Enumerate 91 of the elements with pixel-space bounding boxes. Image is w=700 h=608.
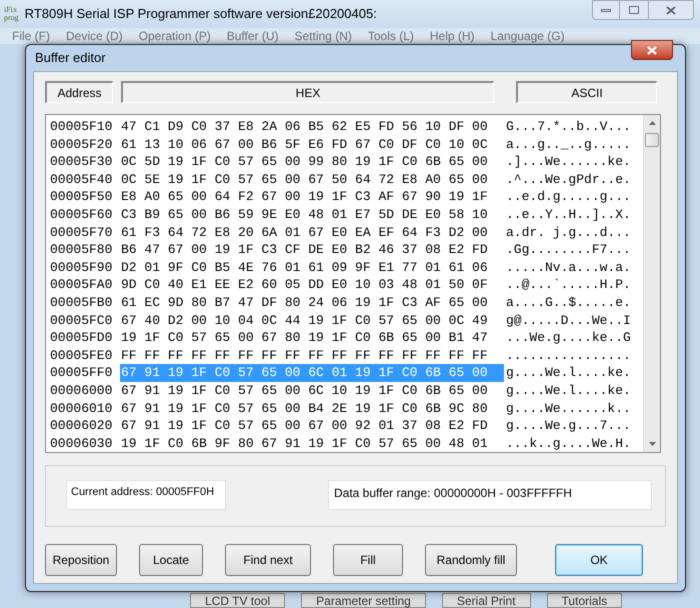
dialog-button[interactable]: Randomly fill [425, 544, 517, 576]
menu-item[interactable]: Buffer (U) [226, 28, 278, 44]
address-cell-text: 00005F90 [50, 258, 114, 276]
ascii-cell: g....We......k.. [506, 400, 631, 418]
close-icon[interactable] [648, 0, 694, 20]
hex-bytes[interactable]: 61 F3 64 72 E8 20 6A 01 67 E0 EA EF 64 F3 D2 00 [120, 224, 504, 242]
tab-button[interactable]: LCD TV tool [190, 593, 286, 608]
maximize-icon[interactable] [620, 0, 648, 20]
column-header: Address [45, 81, 113, 103]
menu-item[interactable]: Help (H) [430, 28, 475, 44]
hex-bytes[interactable]: 67 91 19 1F C0 57 65 00 67 00 92 01 37 08 E2 FD [120, 417, 504, 435]
scroll-thumb[interactable] [645, 133, 659, 147]
hex-bytes[interactable]: 19 1F C0 6B 9F 80 67 91 19 1F C0 57 65 00 48 01 [120, 434, 504, 452]
scrollbar[interactable] [643, 115, 660, 452]
app-logo: iFix prog [4, 6, 19, 22]
address-cell-text: 00005F80 [50, 241, 114, 259]
dialog-title: Buffer editor [35, 49, 106, 68]
menu-item[interactable]: Device (D) [66, 28, 123, 44]
minimize-icon[interactable] [592, 0, 620, 20]
menu-item[interactable]: Language (G) [490, 28, 565, 44]
ascii-cell: a....G..$.....e. [506, 294, 631, 312]
hex-bytes[interactable]: 9D C0 40 E1 EE E2 60 05 DD E0 10 03 48 01 50 0F [120, 276, 504, 294]
hex-bytes[interactable]: C3 B9 65 00 B6 59 9E E0 48 01 E7 5D DE E0 58 10 [120, 206, 504, 224]
ascii-cell: g....We.l....ke. [506, 364, 631, 382]
address-cell-text: 00006000 [50, 382, 114, 400]
ascii-cell: ..e.d.g.....g... [506, 188, 631, 206]
hex-view[interactable] [45, 114, 661, 453]
ascii-cell: a.dr. j.g...d... [506, 224, 631, 242]
address-cell-text: 00005F40 [50, 170, 114, 188]
hex-bytes[interactable]: B6 47 67 00 19 1F C3 CF DE E0 B2 46 37 08 E2 FD [120, 241, 504, 259]
address-cell-text: 00005F20 [50, 136, 114, 154]
ascii-cell: ...We.g....ke..G [506, 329, 631, 347]
current-address-field: Current address: 00005FF0H [66, 480, 226, 510]
address-cell-text: 00005F30 [50, 153, 114, 171]
hex-bytes[interactable]: 67 91 19 1F C0 57 65 00 B4 2E 19 1F C0 6B 9C 80 [120, 400, 504, 418]
tab-button[interactable]: Parameter setting [301, 593, 426, 608]
scroll-down-icon[interactable] [648, 442, 656, 446]
buffer-range-field: Data buffer range: 00000000H - 003FFFFFH [328, 480, 652, 510]
ok-button[interactable]: OK [555, 544, 643, 576]
address-cell-text: 00005F10 [50, 118, 114, 136]
ascii-cell: g@.....D...We..I [506, 312, 631, 330]
address-cell-text: 00006010 [50, 400, 114, 418]
ascii-cell: .....Nv.a...w.a. [506, 258, 631, 276]
address-cell-text: 00005F70 [50, 224, 114, 242]
dialog-button[interactable]: Locate [139, 544, 203, 576]
address-cell-text: 00005F60 [50, 206, 114, 224]
dialog-button[interactable]: Reposition [45, 544, 117, 576]
ascii-cell: ..@...`.....H.P. [506, 276, 631, 294]
close-icon[interactable] [631, 40, 673, 60]
ascii-cell: ................ [506, 346, 631, 364]
address-cell-text: 00005F50 [50, 188, 114, 206]
ascii-cell: .Gg........F7... [506, 241, 631, 259]
hex-bytes[interactable]: 0C 5D 19 1F C0 57 65 00 99 80 19 1F C0 6B 65 00 [120, 153, 504, 171]
address-cell-text: 00006030 [50, 434, 114, 452]
hex-bytes[interactable]: 67 40 D2 00 10 04 0C 44 19 1F C0 57 65 00 0C 49 [120, 312, 504, 330]
address-cell-text: 00005FC0 [50, 312, 114, 330]
dialog-button[interactable]: Fill [333, 544, 403, 576]
window-title: RT809H Serial ISP Programmer software version£20200405: [24, 5, 377, 24]
scroll-up-icon[interactable] [648, 121, 656, 125]
address-cell-text: 00005FD0 [50, 329, 114, 347]
hex-bytes[interactable]: 19 1F C0 57 65 00 67 80 19 1F C0 6B 65 00 B1 47 [120, 329, 504, 347]
tab-button[interactable]: Serial Print [442, 593, 531, 608]
column-header: ASCII [516, 81, 657, 103]
hex-bytes[interactable]: 47 C1 D9 C0 37 E8 2A 06 B5 62 E5 FD 56 10 DF 00 [120, 118, 504, 136]
hex-bytes[interactable]: 0C 5E 19 1F C0 57 65 00 67 50 64 72 E8 A0 65 00 [120, 170, 504, 188]
ascii-cell: .^...We.gPdr..e. [506, 170, 631, 188]
ascii-cell: a...g.._..g..... [506, 136, 631, 154]
ascii-cell: ..e..Y..H..]..X. [506, 206, 631, 224]
ascii-cell: .]...We......ke. [506, 153, 631, 171]
address-cell-text: 00006020 [50, 417, 114, 435]
menu-item[interactable]: Tools (L) [368, 28, 414, 44]
hex-bytes[interactable]: 61 EC 9D 80 B7 47 DF 80 24 06 19 1F C3 AF 65 00 [120, 294, 504, 312]
address-cell-text: 00005FB0 [50, 294, 114, 312]
hex-bytes[interactable]: 67 91 19 1F C0 57 65 00 6C 10 19 1F C0 6B 65 00 [120, 382, 504, 400]
hex-bytes[interactable]: E8 A0 65 00 64 F2 67 00 19 1F C3 AF 67 90 19 1F [120, 188, 504, 206]
address-cell-text: 00005FE0 [50, 346, 114, 364]
tab-button[interactable]: Tutorials [546, 593, 622, 608]
menu-item[interactable]: Operation (P) [138, 28, 211, 44]
ascii-cell: ...k..g....We.H. [506, 434, 631, 452]
ascii-cell: g....We.l....ke. [506, 382, 631, 400]
column-header: HEX [121, 81, 494, 103]
dialog-button[interactable]: Find next [225, 544, 311, 576]
ascii-cell: g....We.g...7... [506, 417, 631, 435]
hex-bytes[interactable]: D2 01 9F C0 B5 4E 76 01 61 09 9F E1 77 01 61 06 [120, 258, 504, 276]
hex-bytes[interactable]: 61 13 10 06 67 00 B6 5F E6 FD 67 C0 DF C0 10 0C [120, 136, 504, 154]
address-cell-text: 00005FF0 [50, 364, 114, 382]
menu-item[interactable]: File (F) [12, 28, 50, 44]
address-cell-text: 00005FA0 [50, 276, 114, 294]
ascii-cell: G...7.*..b..V... [506, 118, 631, 136]
hex-bytes[interactable]: FF FF FF FF FF FF FF FF FF FF FF FF FF FF FF FF [120, 346, 504, 364]
menu-item[interactable]: Setting (N) [294, 28, 352, 44]
